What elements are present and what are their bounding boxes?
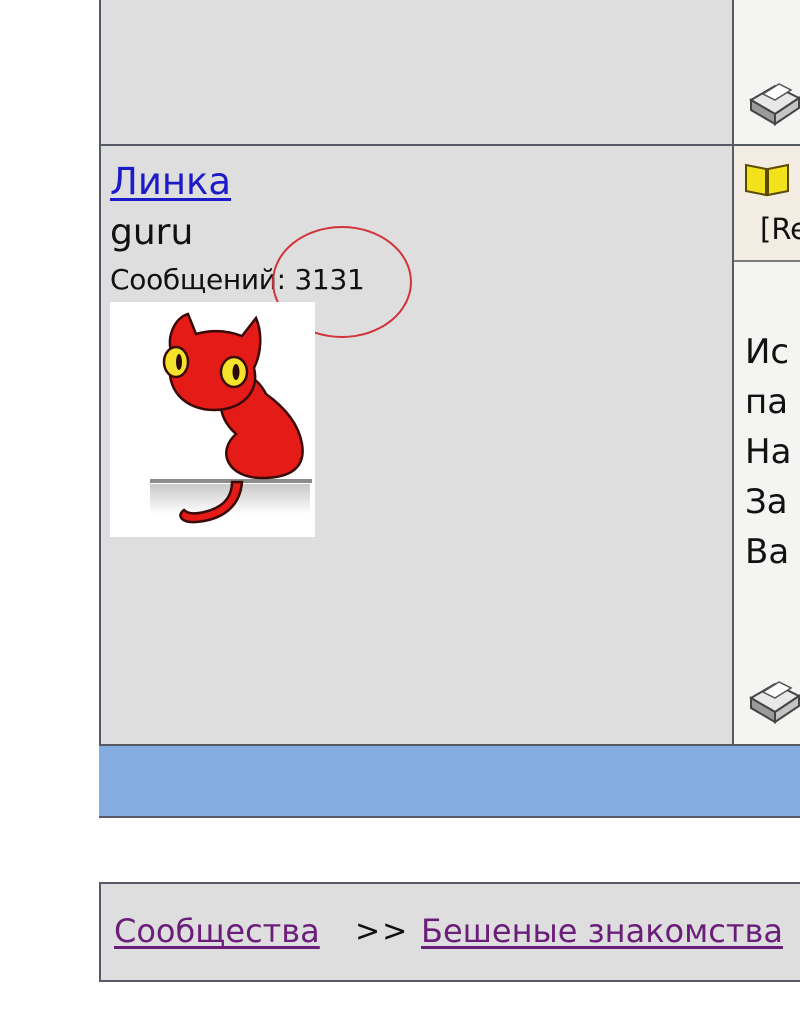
- printer-icon[interactable]: [745, 670, 800, 730]
- user-avatar: [110, 302, 315, 537]
- message-text-line: Ис: [745, 332, 790, 372]
- reply-link[interactable]: [Re: [760, 212, 800, 246]
- breadcrumb-link-communities[interactable]: Сообщества: [114, 912, 320, 950]
- row-divider: [99, 144, 800, 146]
- message-text-line: На: [745, 432, 792, 472]
- username-link[interactable]: Линка: [110, 160, 231, 203]
- book-icon: [742, 159, 794, 203]
- user-rank: guru: [110, 212, 194, 253]
- message-text-line: па: [745, 382, 789, 422]
- printer-icon[interactable]: [745, 72, 800, 132]
- message-text-line: Ва: [745, 532, 790, 572]
- message-text-line: За: [745, 482, 788, 522]
- message-header-divider: [734, 260, 800, 262]
- breadcrumb-separator: >>: [355, 914, 410, 949]
- table-footer-band: [99, 744, 800, 818]
- breadcrumb-link-forum[interactable]: Бешеные знакомства: [421, 912, 783, 950]
- column-divider: [732, 0, 734, 744]
